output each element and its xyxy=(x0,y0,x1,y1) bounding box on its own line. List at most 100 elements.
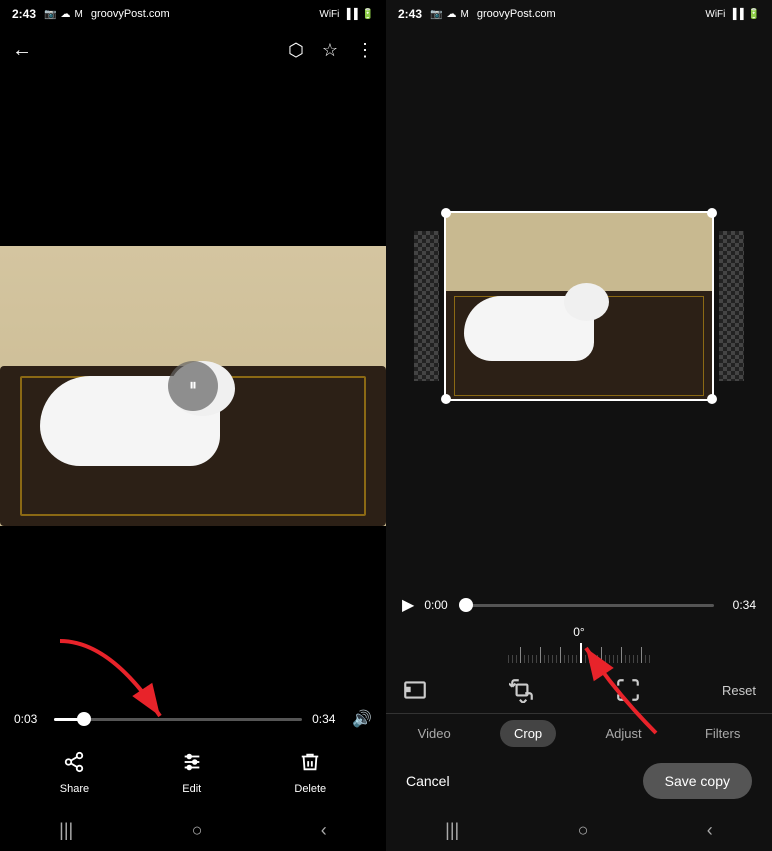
crop-handle-br[interactable] xyxy=(707,394,717,404)
tab-adjust[interactable]: Adjust xyxy=(591,720,655,747)
rotate-tool[interactable] xyxy=(509,677,535,703)
tick xyxy=(609,655,610,663)
crop-overlay xyxy=(444,211,714,401)
right-status-icons: 📷 ☁ M groovyPost.com xyxy=(430,8,556,20)
r-nav-home-icon[interactable]: ○ xyxy=(578,820,589,841)
play-pause-button[interactable]: ⏸ xyxy=(168,361,218,411)
playback-track[interactable] xyxy=(466,604,714,607)
signal-icon: ▐▐ xyxy=(343,9,357,20)
playback-thumb[interactable] xyxy=(459,598,473,612)
rotation-degree: 0° xyxy=(573,625,584,639)
share-label: Share xyxy=(60,783,89,795)
right-panel: 2:43 📷 ☁ M groovyPost.com WiFi ▐▐ 🔋 xyxy=(386,0,772,851)
play-button[interactable]: ▶ xyxy=(402,595,414,615)
cloud-icon: ☁ xyxy=(60,9,70,20)
tick xyxy=(540,647,541,663)
left-top-bar: ← ⬡ ☆ ⋮ xyxy=(0,28,386,72)
back-button[interactable]: ← xyxy=(12,39,32,62)
top-bar-actions: ⬡ ☆ ⋮ xyxy=(288,40,374,61)
rotate-icon xyxy=(509,677,535,703)
action-bar: Share Edit xyxy=(14,743,372,799)
edit-tools: Reset xyxy=(386,667,772,713)
rotation-ticks[interactable] xyxy=(402,643,756,663)
tick xyxy=(649,655,650,663)
star-icon[interactable]: ☆ xyxy=(322,40,338,61)
seek-track[interactable] xyxy=(54,718,302,721)
volume-icon[interactable]: 🔊 xyxy=(352,709,372,729)
tick xyxy=(585,655,586,663)
current-time: 0:03 xyxy=(14,712,44,726)
domain-left: groovyPost.com xyxy=(91,8,170,20)
wifi-icon: WiFi xyxy=(319,9,339,20)
left-panel: 2:43 📷 ☁ M groovyPost.com WiFi ▐▐ 🔋 ← ⬡ … xyxy=(0,0,386,851)
seek-thumb[interactable] xyxy=(77,712,91,726)
pause-icon: ⏸ xyxy=(189,377,197,395)
nav-menu-icon[interactable]: ||| xyxy=(59,820,73,841)
aspect-ratio-icon xyxy=(402,677,428,703)
left-time: 2:43 xyxy=(12,7,36,21)
tick xyxy=(516,655,517,663)
tick xyxy=(605,655,606,663)
tick xyxy=(576,655,577,663)
battery-icon: 🔋 xyxy=(362,9,374,20)
r-signal-icon: ▐▐ xyxy=(729,9,743,20)
tick xyxy=(572,655,573,663)
tick xyxy=(568,655,569,663)
video-black-top xyxy=(0,72,386,152)
tick xyxy=(552,655,553,663)
cast-icon[interactable]: ⬡ xyxy=(288,40,304,61)
domain-right: groovyPost.com xyxy=(477,8,556,20)
edit-action[interactable]: Edit xyxy=(181,751,203,795)
tick xyxy=(564,655,565,663)
tick xyxy=(556,655,557,663)
seek-bar: 0:03 0:34 🔊 xyxy=(14,709,372,729)
cancel-button[interactable]: Cancel xyxy=(406,773,450,789)
video-area: ⏸ xyxy=(0,72,386,699)
tick-line xyxy=(508,643,650,663)
aspect-ratio-tool[interactable] xyxy=(402,677,428,703)
delete-icon xyxy=(299,751,321,779)
tick xyxy=(524,655,525,663)
crop-handle-tr[interactable] xyxy=(707,208,717,218)
playback-end-time: 0:34 xyxy=(724,598,756,612)
nav-home-icon[interactable]: ○ xyxy=(192,820,203,841)
r-nav-back-icon[interactable]: ‹ xyxy=(707,820,713,841)
tab-video[interactable]: Video xyxy=(404,720,465,747)
video-placeholder[interactable]: ⏸ xyxy=(0,246,386,526)
bottom-controls: 0:03 0:34 🔊 S xyxy=(0,699,386,809)
tick xyxy=(532,655,533,663)
r-battery-icon: 🔋 xyxy=(748,9,760,20)
right-status-right: WiFi ▐▐ 🔋 xyxy=(705,9,760,20)
tick xyxy=(645,655,646,663)
tab-filters[interactable]: Filters xyxy=(691,720,754,747)
tick xyxy=(560,647,561,663)
tick xyxy=(617,655,618,663)
mail-icon: M xyxy=(74,9,82,20)
tick xyxy=(621,647,622,663)
share-action[interactable]: Share xyxy=(60,751,89,795)
crop-handle-bl[interactable] xyxy=(441,394,451,404)
tick xyxy=(589,655,590,663)
nav-back-icon[interactable]: ‹ xyxy=(321,820,327,841)
reset-button[interactable]: Reset xyxy=(722,683,756,698)
left-nav-bar: ||| ○ ‹ xyxy=(0,809,386,851)
edit-icon xyxy=(181,751,203,779)
r-nav-menu-icon[interactable]: ||| xyxy=(445,820,459,841)
fullscreen-icon xyxy=(615,677,641,703)
save-copy-button[interactable]: Save copy xyxy=(643,763,752,799)
fullscreen-tool[interactable] xyxy=(615,677,641,703)
r-cloud-icon: ☁ xyxy=(446,9,456,20)
crop-handle-tl[interactable] xyxy=(441,208,451,218)
playback-current-time: 0:00 xyxy=(424,598,456,612)
tick xyxy=(629,655,630,663)
end-time: 0:34 xyxy=(312,712,342,726)
delete-action[interactable]: Delete xyxy=(294,751,326,795)
playback-bar: ▶ 0:00 0:34 xyxy=(386,583,772,621)
more-icon[interactable]: ⋮ xyxy=(356,40,374,61)
crop-frame[interactable] xyxy=(444,211,714,401)
camera-icon: 📷 xyxy=(44,9,56,20)
rotation-bar: 0° xyxy=(386,621,772,667)
tab-crop[interactable]: Crop xyxy=(500,720,556,747)
tick xyxy=(625,655,626,663)
left-status-bar: 2:43 📷 ☁ M groovyPost.com WiFi ▐▐ 🔋 xyxy=(0,0,386,28)
